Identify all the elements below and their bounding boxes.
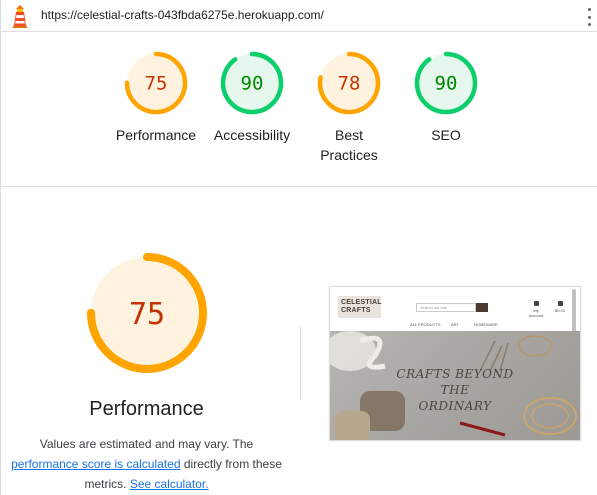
gauge-score: 78	[338, 73, 361, 95]
gauge-label: SEO	[431, 127, 461, 143]
vertical-separator	[300, 327, 301, 400]
screenshot-site-header: CELESTIAL CRAFTS Search our site My Accou…	[330, 287, 580, 359]
performance-description: Values are estimated and may vary. The p…	[11, 437, 282, 491]
report-topbar: https://celestial-crafts-043fbda6275e.he…	[0, 0, 597, 32]
performance-score-link[interactable]: performance score is calculated	[11, 457, 180, 471]
gauge-seo[interactable]: 90 SEO	[391, 50, 501, 145]
screenshot-hero-line: THE	[440, 383, 470, 397]
screenshot-logo: CELESTIAL CRAFTS	[338, 296, 382, 318]
gauge-score: 90	[435, 73, 458, 95]
screenshot-hero-line: ORDINARY	[418, 399, 492, 413]
gauge-score: 75	[145, 73, 168, 95]
gauge-ring: 78	[317, 51, 381, 115]
gauge-label: Performance	[115, 127, 197, 143]
see-calculator-link[interactable]: See calculator.	[130, 477, 209, 491]
screenshot-hero-image: CRAFTS BEYOND THE ORDINARY	[330, 331, 580, 440]
screenshot-cart-icon: $0.00	[552, 301, 568, 313]
section-divider	[0, 186, 597, 187]
report-url[interactable]: https://celestial-crafts-043fbda6275e.he…	[41, 8, 324, 22]
lighthouse-icon	[13, 5, 27, 28]
performance-gauge: 75	[87, 253, 207, 373]
gauge-ring: 75	[124, 51, 188, 115]
performance-score: 75	[129, 297, 165, 332]
performance-title: Performance	[89, 398, 204, 420]
gauge-accessibility[interactable]: 90 Accessibility	[197, 50, 307, 145]
final-screenshot[interactable]: CELESTIAL CRAFTS Search our site My Accou…	[329, 286, 581, 441]
kebab-menu-icon[interactable]	[586, 8, 592, 26]
screenshot-search-input: Search our site	[416, 303, 476, 312]
screenshot-hero-line: CRAFTS BEYOND	[396, 367, 514, 381]
screenshot-nav-item: ALL PRODUCTS	[410, 322, 441, 327]
gauge-performance[interactable]: 75 Performance	[101, 50, 211, 145]
gauge-label: Accessibility	[213, 127, 291, 143]
score-gauges: 75 Performance 90 Accessibility 78 Best P…	[0, 50, 597, 180]
gauge-best-practices[interactable]: 78 Best Practices	[294, 50, 404, 165]
screenshot-nav-item: HOMEWARE	[474, 322, 498, 327]
gauge-ring: 90	[220, 51, 284, 115]
screenshot-search-icon	[476, 303, 488, 312]
gauge-score: 90	[241, 73, 264, 95]
screenshot-nav-item: ART	[451, 322, 459, 327]
gauge-label: Best Practices	[320, 127, 378, 163]
gauge-ring: 90	[414, 51, 478, 115]
screenshot-account-icon: My Account	[528, 301, 544, 318]
